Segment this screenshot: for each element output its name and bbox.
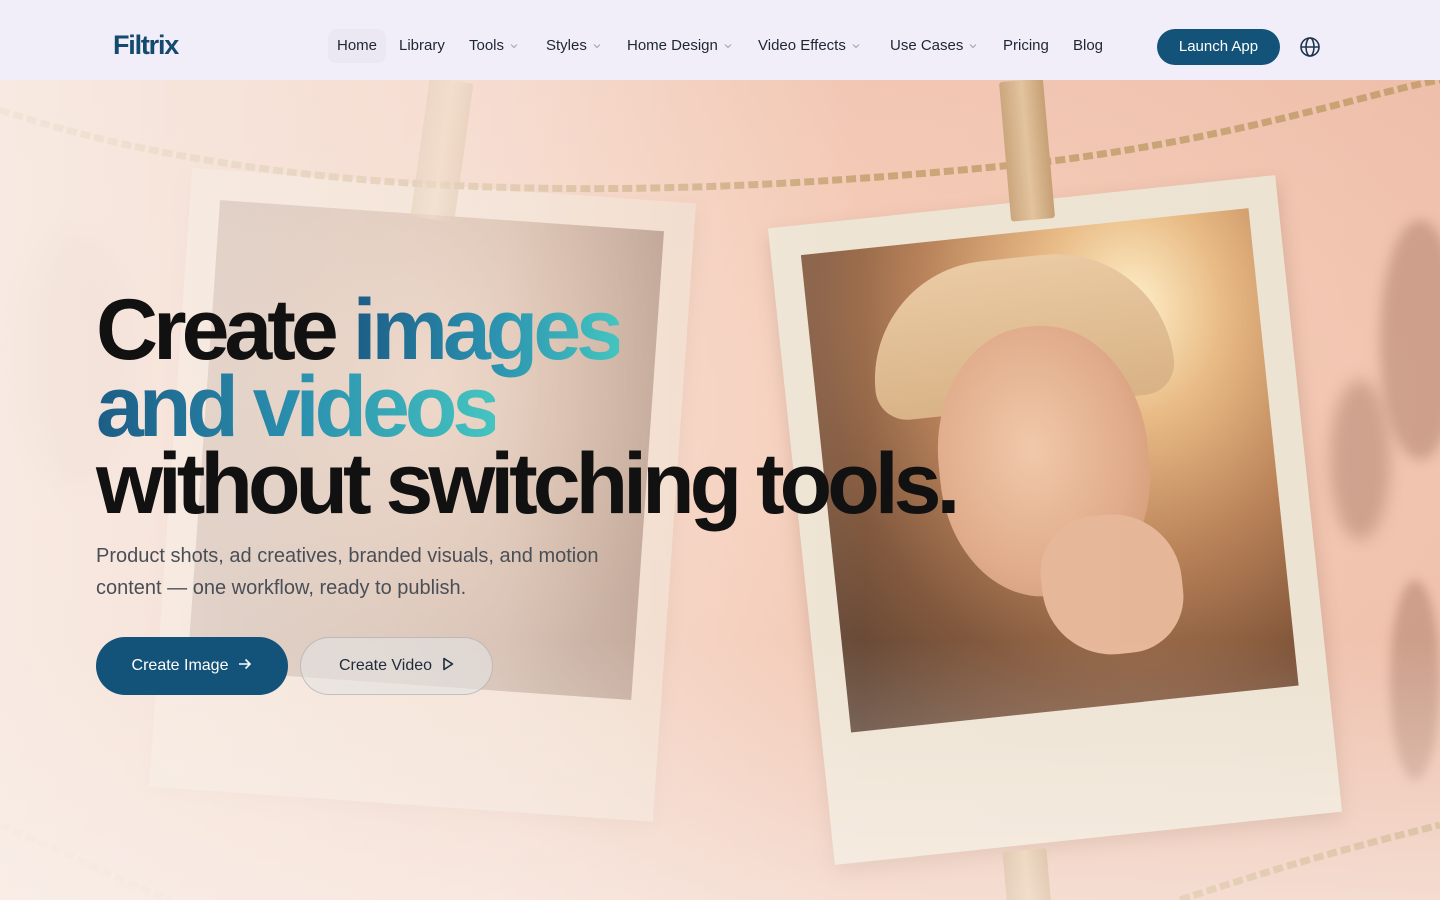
hero-subtitle-line: Product shots, ad creatives, branded vis…: [96, 545, 599, 567]
nav-item-label: Blog: [1073, 37, 1104, 54]
top-nav: Filtrix Home Library Tools Styles Home D…: [0, 0, 1440, 80]
nav-item-tools[interactable]: Tools: [469, 29, 518, 63]
play-icon: [442, 657, 454, 676]
create-image-label: Create Image: [131, 657, 229, 674]
chevron-down-icon: [852, 43, 860, 50]
nav-item-label: Home Design: [627, 37, 718, 54]
hero-subtitle: Product shots, ad creatives, branded vis…: [96, 540, 656, 604]
chevron-down-icon: [969, 43, 977, 50]
arrow-right-icon: [238, 657, 252, 675]
chevron-down-icon: [724, 43, 732, 50]
nav-item-label: Tools: [469, 37, 505, 54]
logo[interactable]: Filtrix: [113, 30, 179, 60]
nav-item-label: Pricing: [1003, 37, 1049, 54]
nav-item-blog[interactable]: Blog: [1073, 29, 1103, 63]
nav-item-label: Home: [337, 37, 378, 54]
nav-item-video-effects[interactable]: Video Effects: [758, 29, 860, 63]
nav-item-label: Video Effects: [758, 37, 846, 54]
launch-app-button[interactable]: Launch App: [1157, 29, 1280, 65]
nav-item-label: Styles: [546, 37, 587, 54]
nav-item-use-cases[interactable]: Use Cases: [890, 29, 977, 63]
nav-item-home[interactable]: Home: [328, 29, 387, 63]
nav-item-label: Library: [399, 37, 445, 54]
create-video-button[interactable]: Create Video: [300, 637, 493, 695]
nav-item-pricing[interactable]: Pricing: [1003, 29, 1049, 63]
nav-item-library[interactable]: Library: [399, 29, 445, 63]
chevron-down-icon: [510, 43, 518, 50]
nav-item-label: Use Cases: [890, 37, 964, 54]
create-image-button[interactable]: Create Image: [96, 637, 288, 695]
hero-subtitle-line: content — one workflow, ready to publish…: [96, 577, 467, 599]
chevron-down-icon: [593, 43, 601, 50]
nav-item-home-design[interactable]: Home Design: [627, 29, 732, 63]
create-video-label: Create Video: [338, 657, 433, 674]
headline-text: without switching tools.: [96, 436, 960, 532]
globe-icon[interactable]: [1299, 36, 1321, 58]
hero-headline: Create images and videos without switchi…: [96, 287, 960, 527]
nav-item-styles[interactable]: Styles: [546, 29, 601, 63]
